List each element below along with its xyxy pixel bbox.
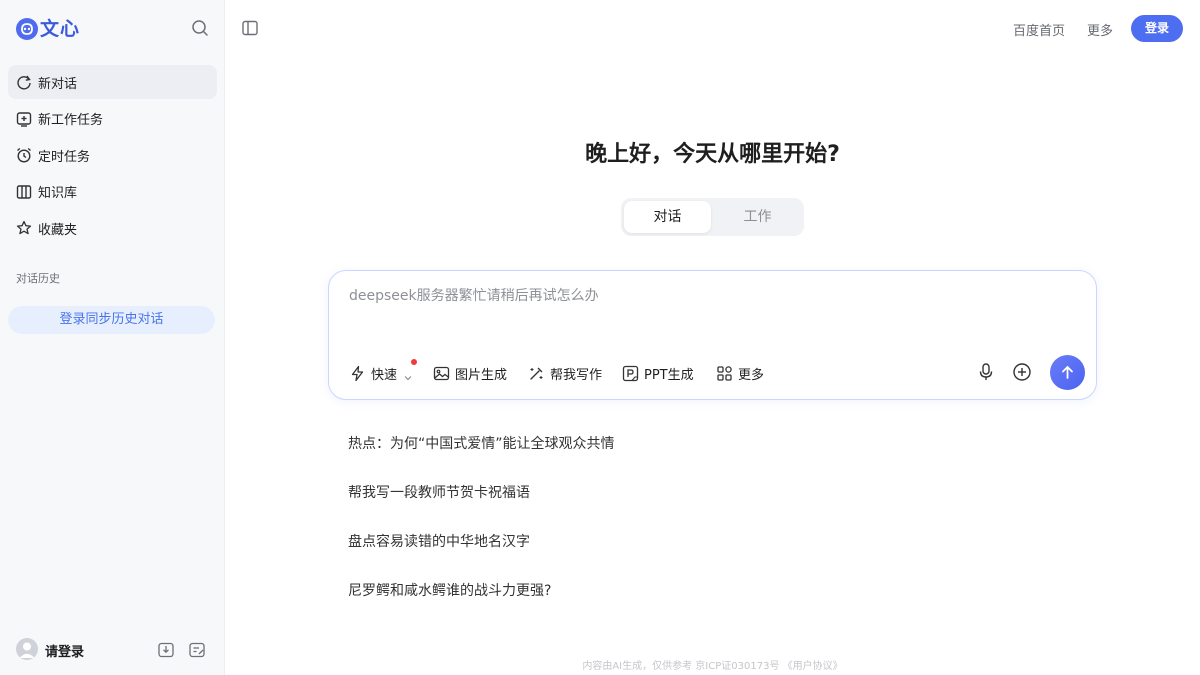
login-button[interactable]: 登录 — [1131, 15, 1183, 42]
sidebar-item-knowledge-base[interactable]: 知识库 — [8, 175, 217, 209]
logo-row: 文心 — [16, 16, 212, 42]
image-icon — [433, 365, 450, 382]
more-tools-button[interactable]: 更多 — [716, 363, 764, 383]
mode-switch: 对话 工作 — [621, 198, 804, 236]
login-link[interactable]: 请登录 — [45, 641, 84, 660]
logo-icon — [16, 18, 38, 40]
sidebar-nav: 新对话 新工作任务 定时任务 知识库 收藏夹 — [8, 65, 217, 248]
user-row: 请登录 — [16, 638, 212, 662]
ppt-generation-button[interactable]: PPT生成 — [622, 363, 694, 383]
page-title: 晚上好，今天从哪里开始? — [585, 142, 840, 167]
suggestion-item[interactable]: 热点：为何“中国式爱情”能让全球观众共情 — [348, 433, 615, 453]
arrow-up-icon — [1062, 366, 1073, 379]
tool-label: 图片生成 — [455, 367, 508, 383]
tool-label: 帮我写作 — [550, 367, 603, 383]
magic-pen-icon — [528, 365, 545, 382]
more-link[interactable]: 更多 — [1087, 20, 1113, 39]
sidebar-toggle-icon[interactable] — [241, 19, 259, 37]
new-chat-icon — [16, 74, 32, 90]
chevron-down-icon — [403, 368, 413, 381]
download-icon[interactable] — [157, 641, 175, 659]
writing-assistant-button[interactable]: 帮我写作 — [528, 363, 602, 383]
suggestion-item[interactable]: 尼罗鳄和咸水鳄谁的战斗力更强? — [348, 580, 551, 600]
sidebar-item-new-chat[interactable]: 新对话 — [8, 65, 217, 99]
star-icon — [16, 220, 32, 236]
sidebar-item-favorites[interactable]: 收藏夹 — [8, 211, 217, 245]
quick-mode-dropdown[interactable]: 快速 — [349, 363, 413, 383]
microphone-icon[interactable] — [976, 362, 996, 382]
history-section-title: 对话历史 — [16, 272, 60, 285]
add-attachment-icon[interactable] — [1012, 362, 1032, 382]
alarm-clock-icon — [16, 147, 32, 163]
library-icon — [16, 184, 32, 200]
logo-text: 文心 — [40, 18, 81, 40]
tab-work[interactable]: 工作 — [714, 201, 801, 233]
chat-input-box: 快速 图片生成 帮我写作 PPT生成 更多 — [328, 270, 1097, 400]
sidebar-item-label: 知识库 — [38, 186, 78, 201]
chat-input[interactable] — [349, 287, 1049, 303]
login-sync-history-button[interactable]: 登录同步历史对话 — [8, 306, 215, 334]
suggestion-item[interactable]: 盘点容易读错的中华地名汉字 — [348, 531, 530, 551]
greeting-container: 晚上好，今天从哪里开始? — [225, 136, 1200, 168]
lightning-icon — [349, 365, 366, 382]
footer-disclaimer: 内容由AI生成，仅供参考 京ICP证030173号 《用户协议》 — [582, 661, 843, 672]
send-button[interactable] — [1050, 355, 1085, 390]
avatar[interactable] — [16, 638, 38, 660]
notification-dot — [411, 359, 417, 365]
ppt-icon — [622, 365, 639, 382]
search-icon[interactable] — [191, 19, 211, 39]
sidebar-item-label: 定时任务 — [38, 149, 91, 165]
new-task-icon — [16, 111, 32, 127]
sidebar-item-new-task[interactable]: 新工作任务 — [8, 102, 217, 136]
image-generation-button[interactable]: 图片生成 — [433, 363, 507, 383]
tool-label: 快速 — [371, 367, 398, 383]
feedback-icon[interactable] — [188, 641, 206, 659]
suggestion-item[interactable]: 帮我写一段教师节贺卡祝福语 — [348, 482, 530, 502]
sidebar: 文心 新对话 新工作任务 定时任务 知识库 收藏夹 对话历史 登录同步历史对话 … — [0, 0, 225, 675]
sidebar-item-label: 收藏夹 — [38, 222, 78, 238]
sidebar-item-label: 新工作任务 — [38, 113, 104, 128]
sidebar-item-label: 新对话 — [38, 76, 78, 92]
sidebar-item-scheduled-task[interactable]: 定时任务 — [8, 138, 217, 172]
tab-chat[interactable]: 对话 — [624, 201, 711, 233]
tool-label: 更多 — [738, 367, 765, 383]
grid-icon — [716, 365, 733, 382]
tool-label: PPT生成 — [644, 367, 694, 383]
baidu-home-link[interactable]: 百度首页 — [1013, 20, 1065, 39]
